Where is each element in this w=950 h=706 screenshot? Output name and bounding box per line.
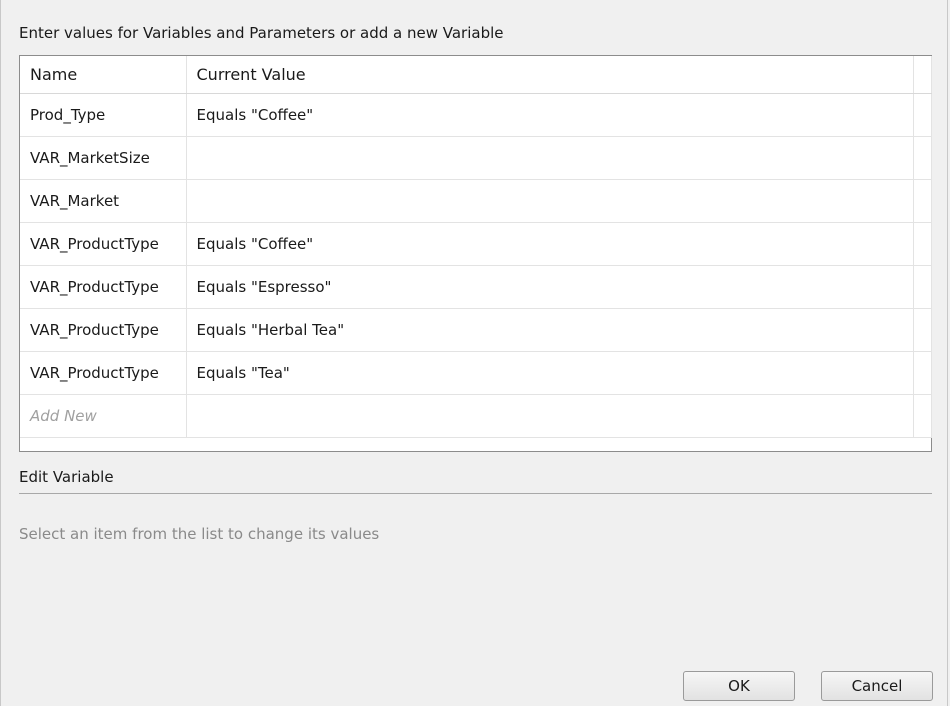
row-value-cell[interactable]: Equals "Coffee" xyxy=(186,93,914,137)
table-header-row: Name Current Value xyxy=(20,56,932,94)
row-value-cell[interactable] xyxy=(186,136,914,180)
instruction-text: Enter values for Variables and Parameter… xyxy=(19,24,504,42)
row-value-cell[interactable]: Equals "Tea" xyxy=(186,351,914,395)
table-row[interactable]: VAR_ProductType Equals "Coffee" xyxy=(20,222,932,266)
table-row[interactable]: VAR_ProductType Equals "Herbal Tea" xyxy=(20,308,932,352)
row-value-cell[interactable]: Equals "Espresso" xyxy=(186,265,914,309)
add-new-row[interactable]: Add New xyxy=(20,394,932,438)
edit-variable-hint: Select an item from the list to change i… xyxy=(19,525,380,543)
table-row[interactable]: VAR_MarketSize xyxy=(20,136,932,180)
add-new-cell[interactable]: Add New xyxy=(20,394,187,438)
column-header-current-value[interactable]: Current Value xyxy=(186,56,914,94)
row-spacer-cell xyxy=(913,308,932,352)
row-spacer-cell xyxy=(913,351,932,395)
row-name-cell[interactable]: VAR_MarketSize xyxy=(20,136,187,180)
table-row[interactable]: VAR_ProductType Equals "Espresso" xyxy=(20,265,932,309)
row-value-cell[interactable]: Equals "Coffee" xyxy=(186,222,914,266)
row-value-cell[interactable]: Equals "Herbal Tea" xyxy=(186,308,914,352)
table-row[interactable]: VAR_ProductType Equals "Tea" xyxy=(20,351,932,395)
row-name-cell[interactable]: Prod_Type xyxy=(20,93,187,137)
variables-dialog: Enter values for Variables and Parameter… xyxy=(0,0,948,706)
cancel-button[interactable]: Cancel xyxy=(821,671,933,701)
row-spacer-cell xyxy=(913,93,932,137)
edit-variable-title: Edit Variable xyxy=(19,468,114,486)
row-name-cell[interactable]: VAR_ProductType xyxy=(20,351,187,395)
add-new-value-cell[interactable] xyxy=(186,394,914,438)
row-spacer-cell xyxy=(913,179,932,223)
row-spacer-cell xyxy=(913,265,932,309)
ok-button[interactable]: OK xyxy=(683,671,795,701)
row-name-cell[interactable]: VAR_Market xyxy=(20,179,187,223)
row-name-cell[interactable]: VAR_ProductType xyxy=(20,265,187,309)
row-name-cell[interactable]: VAR_ProductType xyxy=(20,222,187,266)
variables-table: Name Current Value Prod_Type Equals "Cof… xyxy=(20,56,932,438)
row-spacer-cell xyxy=(913,136,932,180)
row-spacer-cell xyxy=(913,222,932,266)
column-header-name[interactable]: Name xyxy=(20,56,187,94)
variables-grid: Name Current Value Prod_Type Equals "Cof… xyxy=(19,55,932,452)
column-header-spacer xyxy=(913,56,932,94)
table-row[interactable]: Prod_Type Equals "Coffee" xyxy=(20,93,932,137)
row-value-cell[interactable] xyxy=(186,179,914,223)
edit-section-divider xyxy=(19,493,932,494)
row-spacer-cell xyxy=(913,394,932,438)
table-row[interactable]: VAR_Market xyxy=(20,179,932,223)
row-name-cell[interactable]: VAR_ProductType xyxy=(20,308,187,352)
